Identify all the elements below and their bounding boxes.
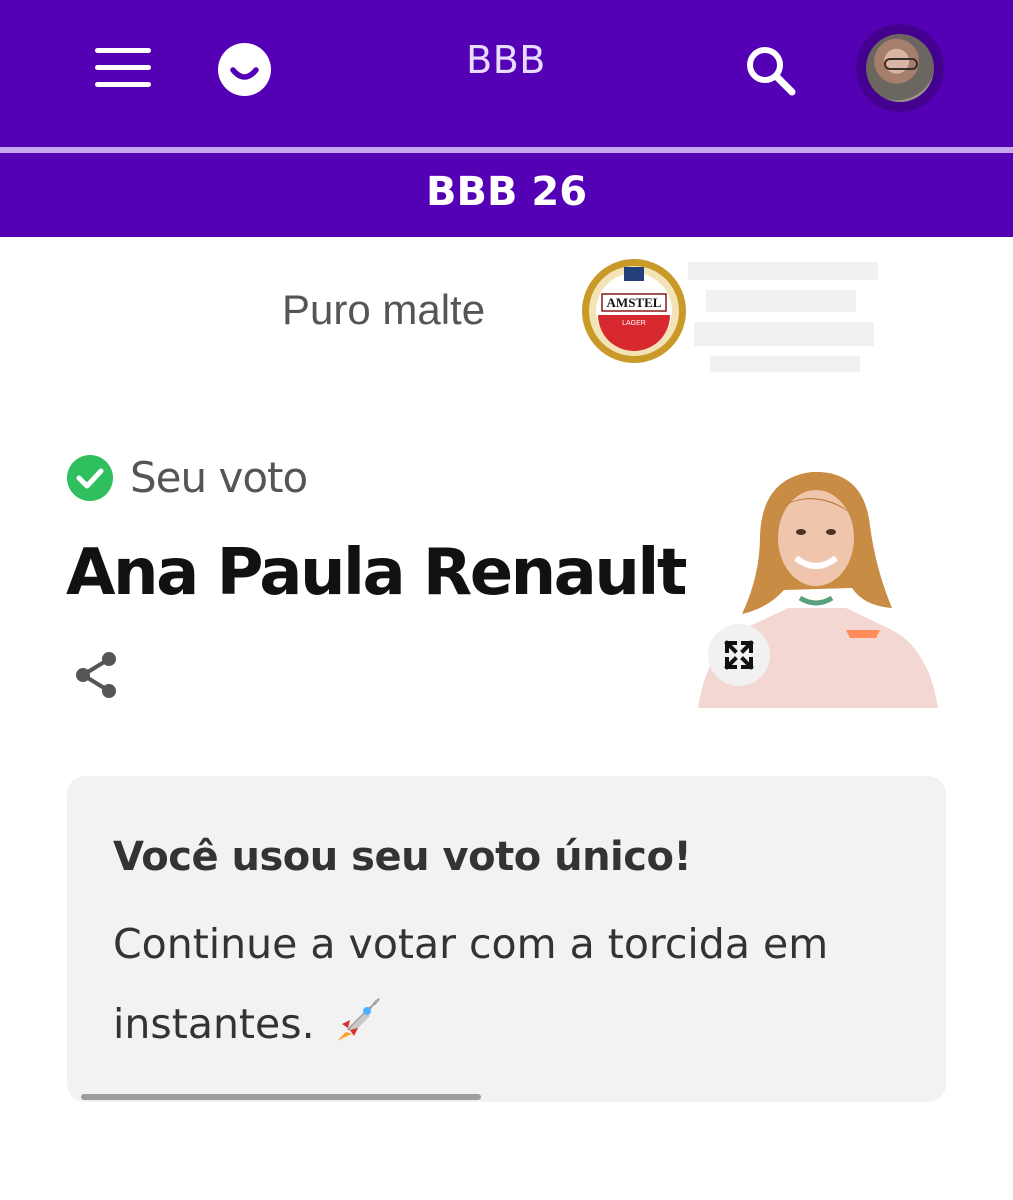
top-app-bar: BBB xyxy=(0,0,1013,147)
notice-message: Continue a votar com a torcida em instan… xyxy=(113,920,829,1048)
notice-message-wrap: Continue a votar com a torcida em instan… xyxy=(113,904,893,1064)
hamburger-menu-icon[interactable] xyxy=(92,44,154,92)
amstel-logo[interactable]: AMSTEL LAGER xyxy=(580,257,688,365)
amstel-logo-label: AMSTEL xyxy=(607,295,662,310)
check-circle-icon xyxy=(67,455,113,501)
expand-icon[interactable] xyxy=(708,624,770,686)
search-icon[interactable] xyxy=(742,42,800,100)
smile-logo-icon[interactable] xyxy=(218,43,271,96)
page: BBB BBB 26 Puro malte AMSTEL LAGER Seu v… xyxy=(0,0,1013,1200)
rocket-icon xyxy=(336,998,380,1041)
avatar xyxy=(866,34,934,102)
section-title: BBB 26 xyxy=(425,169,588,215)
header-title: BBB xyxy=(466,38,546,82)
sponsor-text: Puro malte xyxy=(282,286,486,333)
candidate-name: Ana Paula Renault xyxy=(66,536,687,610)
notice-card: Você usou seu voto único! Continue a vot… xyxy=(67,776,946,1102)
vote-status-label: Seu voto xyxy=(130,453,308,502)
section-bar: BBB 26 xyxy=(0,153,1013,237)
cooldown-progress xyxy=(81,1094,932,1100)
amstel-logo-sublabel: LAGER xyxy=(622,320,646,327)
user-avatar-button[interactable] xyxy=(856,24,944,112)
sponsor-watermark xyxy=(688,262,878,372)
notice-title: Você usou seu voto único! xyxy=(113,834,692,880)
cooldown-progress-fill xyxy=(81,1094,481,1100)
share-icon[interactable] xyxy=(70,648,124,702)
